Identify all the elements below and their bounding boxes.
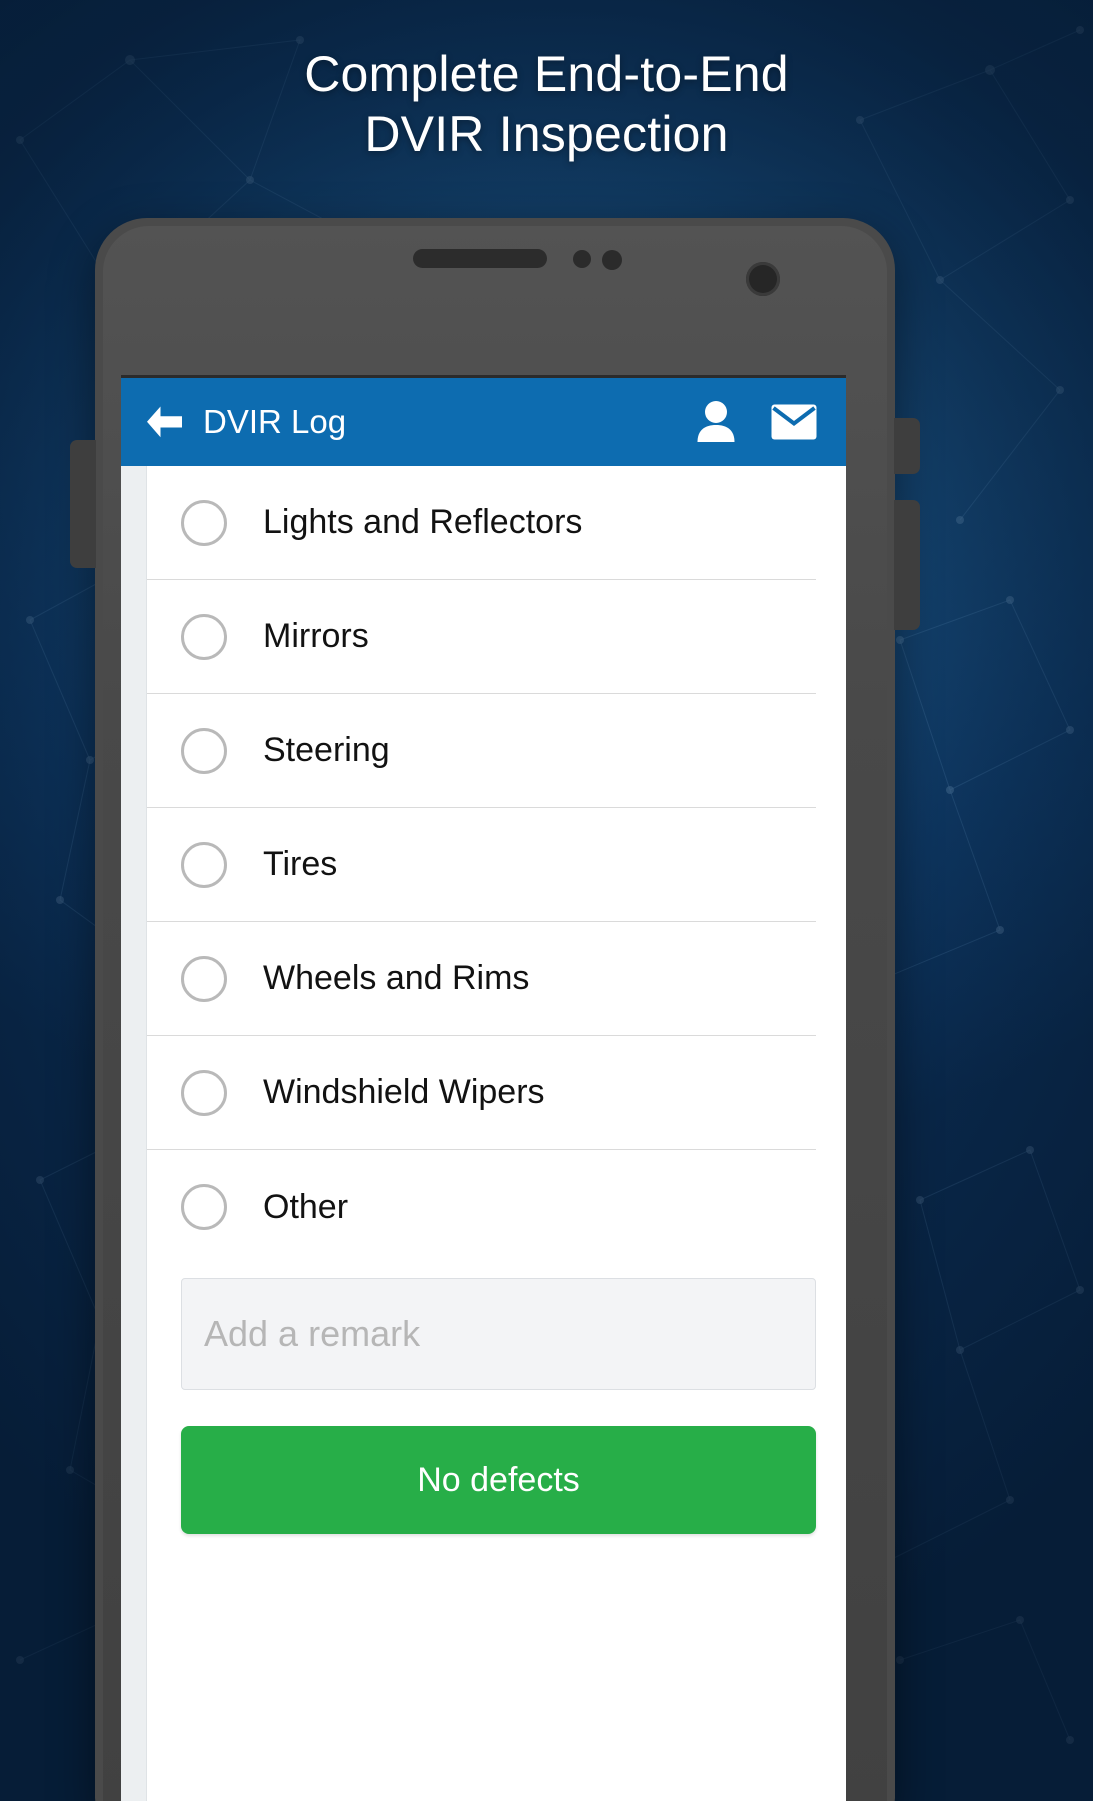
remark-field-container: Add a remark	[147, 1264, 846, 1390]
promo-headline: Complete End-to-End DVIR Inspection	[0, 44, 1093, 164]
envelope-icon[interactable]	[768, 396, 820, 448]
checklist-item-label: Tires	[263, 845, 338, 883]
checkbox-icon[interactable]	[181, 841, 227, 888]
inspection-checklist: Lights and Reflectors Mirrors Steering T…	[147, 466, 846, 1801]
checklist-item-label: Lights and Reflectors	[263, 503, 583, 541]
checklist-item-label: Other	[263, 1187, 349, 1226]
headline-line-1: Complete End-to-End	[304, 46, 789, 102]
checklist-item-label: Mirrors	[263, 617, 369, 655]
checklist-item-wheels-and-rims[interactable]: Wheels and Rims	[147, 922, 816, 1036]
page-title: DVIR Log	[203, 403, 347, 440]
remark-input[interactable]: Add a remark	[181, 1278, 816, 1390]
checklist-item-lights-and-reflectors[interactable]: Lights and Reflectors	[147, 466, 816, 580]
checklist-item-steering[interactable]: Steering	[147, 694, 816, 808]
checkbox-icon[interactable]	[181, 1184, 227, 1230]
checklist-item-label: Steering	[263, 731, 390, 769]
app-bar: DVIR Log	[121, 378, 846, 466]
checkbox-icon[interactable]	[181, 955, 227, 1002]
back-arrow-glyph	[147, 406, 182, 438]
checkbox-icon[interactable]	[181, 499, 227, 546]
checklist-item-label: Wheels and Rims	[263, 959, 530, 997]
headline-line-2: DVIR Inspection	[364, 106, 729, 162]
checkbox-icon[interactable]	[181, 1069, 227, 1116]
scroll-track[interactable]	[121, 466, 147, 1801]
phone-side-button	[894, 500, 920, 630]
phone-front-camera	[746, 262, 780, 296]
back-arrow-icon[interactable]	[143, 401, 185, 443]
envelope-glyph	[771, 404, 817, 440]
checkbox-icon[interactable]	[181, 613, 227, 660]
phone-power-button	[894, 418, 920, 474]
phone-mockup: DVIR Log Lights and Reflectors Mirrors S…	[70, 218, 920, 1801]
checklist-item-mirrors[interactable]: Mirrors	[147, 580, 816, 694]
phone-earpiece-speaker	[413, 249, 547, 268]
checklist-item-tires[interactable]: Tires	[147, 808, 816, 922]
person-icon[interactable]	[690, 396, 742, 448]
person-glyph	[697, 401, 735, 442]
checklist-item-windshield-wipers[interactable]: Windshield Wipers	[147, 1036, 816, 1150]
checklist-item-label: Windshield Wipers	[263, 1073, 545, 1111]
checkbox-icon[interactable]	[181, 727, 227, 774]
checklist-item-other[interactable]: Other	[147, 1150, 816, 1264]
phone-screen: DVIR Log Lights and Reflectors Mirrors S…	[121, 375, 846, 1801]
no-defects-button-container: No defects	[147, 1390, 846, 1534]
phone-light-sensor	[602, 250, 622, 270]
dvir-content-area: Lights and Reflectors Mirrors Steering T…	[121, 466, 846, 1801]
no-defects-button[interactable]: No defects	[181, 1426, 816, 1534]
phone-volume-button	[70, 440, 96, 568]
phone-proximity-sensor	[573, 250, 591, 268]
